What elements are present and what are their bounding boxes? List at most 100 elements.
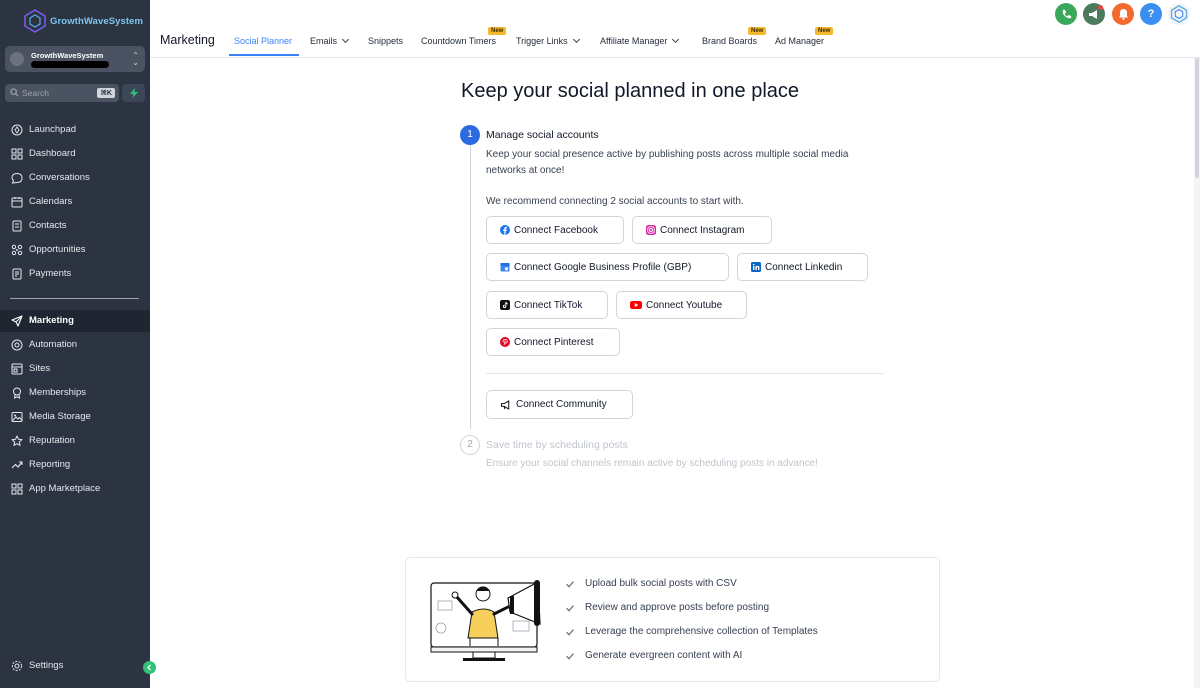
sites-icon (11, 363, 23, 375)
gear-icon (11, 660, 23, 672)
sidebar-item-opportunities[interactable]: Opportunities (0, 239, 150, 261)
tab-trigger-links[interactable]: Trigger Links (516, 35, 580, 46)
step-2-description: Ensure your social channels remain activ… (486, 458, 818, 469)
tiktok-icon (500, 300, 510, 310)
search-icon (10, 88, 19, 97)
sidebar-item-label: Payments (29, 268, 72, 279)
sidebar-item-marketing[interactable]: Marketing (0, 310, 150, 332)
section-divider (486, 373, 884, 374)
new-badge: New (815, 27, 834, 35)
payments-icon (12, 268, 22, 280)
button-label: Connect Facebook (514, 224, 598, 236)
sidebar-item-memberships[interactable]: Memberships (0, 382, 150, 404)
chevron-left-icon (147, 664, 151, 671)
account-name: GrowthWaveSystem (31, 51, 104, 60)
tab-social-planner[interactable]: Social Planner (234, 36, 292, 46)
sidebar-item-label: Sites (29, 363, 51, 374)
connect-linkedin-button[interactable]: Connect Linkedin (737, 253, 868, 281)
sidebar-item-dashboard[interactable]: Dashboard (0, 143, 150, 165)
collapse-sidebar-button[interactable] (143, 661, 156, 674)
connect-gbp-button[interactable]: Connect Google Business Profile (GBP) (486, 253, 729, 281)
check-icon (566, 629, 574, 636)
membership-icon (13, 387, 21, 399)
step-1-description: Keep your social presence active by publ… (486, 149, 849, 176)
sidebar-item-label: Automation (29, 339, 78, 350)
sidebar-item-label: Media Storage (29, 411, 91, 422)
step-2-title: Save time by scheduling posts (486, 439, 628, 451)
trend-icon (11, 461, 23, 469)
avatar (10, 52, 24, 66)
step-1-recommendation: We recommend connecting 2 social account… (486, 196, 744, 207)
sidebar-item-label: Conversations (29, 172, 90, 183)
tab-affiliate-manager[interactable]: Affiliate Manager (600, 35, 680, 46)
tab-snippets[interactable]: Snippets (368, 36, 403, 46)
phone-icon (1062, 9, 1071, 18)
announcements-button[interactable] (1083, 3, 1105, 25)
tab-label: Trigger Links (516, 36, 568, 46)
sidebar-item-reporting[interactable]: Reporting (0, 454, 150, 476)
search-placeholder: Search (22, 88, 49, 98)
apps-icon (11, 483, 23, 495)
connect-facebook-button[interactable]: Connect Facebook (486, 216, 624, 244)
button-label: Connect Instagram (660, 224, 745, 236)
feature-item: Review and approve posts before posting (585, 602, 770, 613)
sidebar-item-media-storage[interactable]: Media Storage (0, 406, 150, 428)
notifications-button[interactable] (1112, 3, 1134, 25)
rocket-icon (11, 124, 23, 136)
check-icon (566, 581, 574, 588)
calendar-icon (11, 197, 23, 208)
active-tab-indicator (229, 54, 299, 56)
sidebar-item-conversations[interactable]: Conversations (0, 167, 150, 189)
connect-community-button[interactable]: Connect Community (486, 390, 633, 419)
megaphone-icon (500, 399, 510, 410)
feature-item: Leverage the comprehensive collection of… (585, 626, 818, 637)
sidebar-item-settings[interactable]: Settings (0, 655, 150, 677)
opportunities-icon (11, 244, 23, 256)
sidebar-item-label: Contacts (29, 220, 67, 231)
account-switcher[interactable]: GrowthWaveSystem ⌃ ⌄ (5, 46, 145, 72)
sidebar-item-label: Launchpad (29, 124, 77, 135)
chat-icon (11, 172, 23, 184)
feature-item: Generate evergreen content with AI (585, 650, 743, 661)
tab-label: Emails (310, 36, 338, 46)
tab-countdown-timers[interactable]: Countdown Timers (421, 36, 496, 46)
quick-action-button[interactable] (122, 84, 145, 102)
step-connector (470, 145, 471, 429)
tab-label: Countdown Timers (421, 36, 497, 46)
sidebar-divider (10, 298, 139, 299)
brand-logo[interactable]: GrowthWaveSystem (24, 9, 143, 33)
chevron-down-icon (672, 35, 680, 44)
connect-pinterest-button[interactable]: Connect Pinterest (486, 328, 620, 356)
sidebar-item-launchpad[interactable]: Launchpad (0, 119, 150, 141)
sidebar: GrowthWaveSystem GrowthWaveSystem ⌃ ⌄ Sea… (0, 0, 156, 688)
step-2-indicator: 2 (460, 435, 480, 455)
google-business-icon (500, 263, 510, 272)
sidebar-item-automation[interactable]: Automation (0, 334, 150, 356)
connect-tiktok-button[interactable]: Connect TikTok (486, 291, 608, 319)
button-label: Connect TikTok (514, 299, 583, 311)
tab-label: Brand Boards (702, 36, 758, 46)
profile-avatar[interactable] (1168, 3, 1190, 25)
tab-brand-boards[interactable]: Brand Boards (702, 36, 757, 46)
sidebar-item-label: App Marketplace (29, 483, 101, 494)
sidebar-item-contacts[interactable]: Contacts (0, 215, 150, 237)
phone-button[interactable] (1055, 3, 1077, 25)
sidebar-item-calendars[interactable]: Calendars (0, 191, 150, 213)
scrollbar-thumb[interactable] (1195, 58, 1199, 178)
search-input[interactable]: Search ⌘K (5, 84, 119, 102)
redacted-text (31, 61, 109, 68)
tab-emails[interactable]: Emails (310, 35, 350, 46)
connect-instagram-button[interactable]: Connect Instagram (632, 216, 772, 244)
sidebar-item-payments[interactable]: Payments (0, 263, 150, 285)
sidebar-item-reputation[interactable]: Reputation (0, 430, 150, 452)
chevron-down-icon (341, 35, 350, 44)
sidebar-item-app-marketplace[interactable]: App Marketplace (0, 478, 150, 500)
tab-ad-manager[interactable]: Ad Manager (775, 36, 824, 46)
logo-icon (1170, 5, 1188, 23)
sidebar-item-sites[interactable]: Sites (0, 358, 150, 380)
youtube-icon (630, 301, 642, 309)
connect-youtube-button[interactable]: Connect Youtube (616, 291, 747, 319)
tab-label: Affiliate Manager (600, 36, 668, 46)
help-button[interactable]: ? (1140, 3, 1162, 25)
sidebar-item-label: Opportunities (29, 244, 86, 255)
